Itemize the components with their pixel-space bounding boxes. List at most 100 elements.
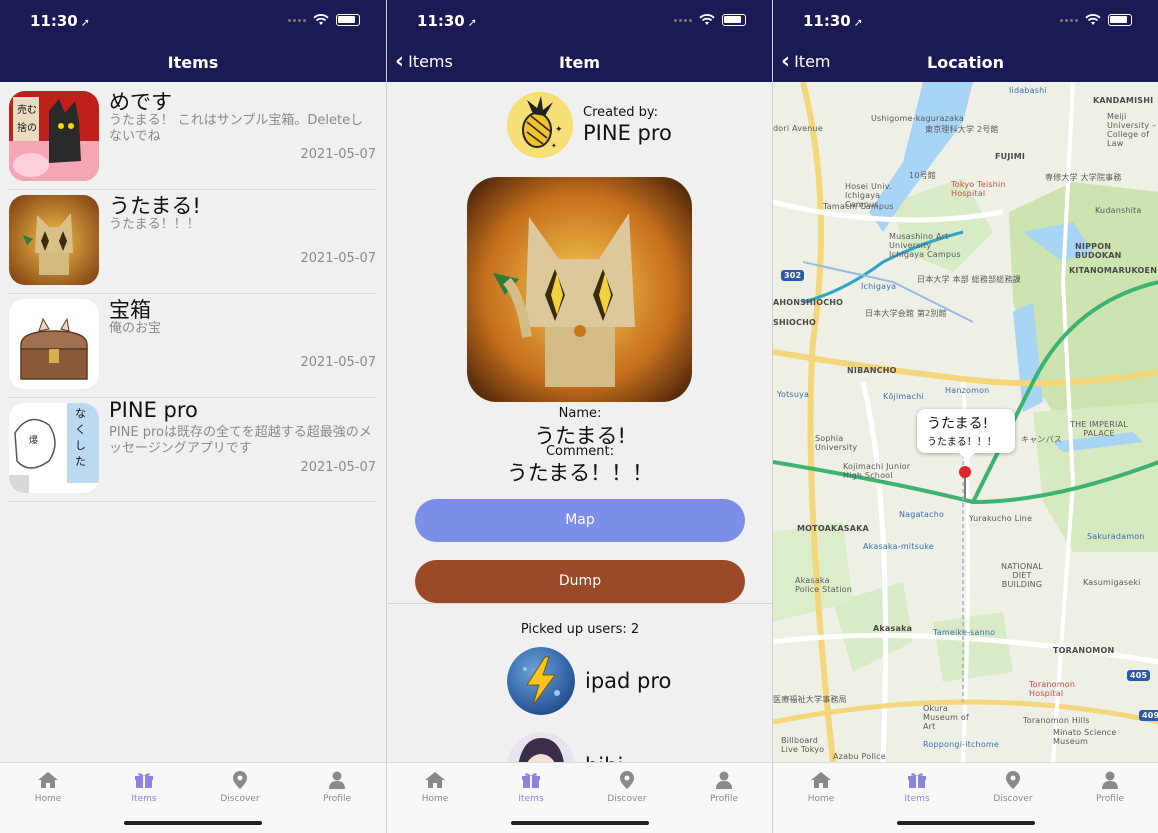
person-icon xyxy=(1102,771,1118,789)
tab-profile[interactable]: Profile xyxy=(1062,771,1158,804)
wifi-icon xyxy=(699,14,715,25)
status-time: 11:30 ➚ xyxy=(30,12,90,30)
item-description: PINE proは既存の全てを超越する超最強のメッセージングアプリです xyxy=(109,425,372,456)
item-image xyxy=(467,177,692,402)
item-name: うたまる! xyxy=(109,194,201,218)
tab-label: Profile xyxy=(1096,794,1124,804)
item-date: 2021-05-07 xyxy=(300,355,376,370)
svg-text:く: く xyxy=(75,423,86,436)
list-item[interactable]: 売む 捨の めです うたまる！ これはサンプル宝箱。Deleteしないでね 202… xyxy=(8,86,376,190)
item-thumbnail xyxy=(9,195,99,285)
map-label: Meiji University – College of Law xyxy=(1107,112,1157,148)
map-label: Sophia University xyxy=(815,434,858,452)
svg-text:捨の: 捨の xyxy=(17,121,37,134)
map-label: 医療福祉大学事務局 xyxy=(773,695,847,704)
signal-icon xyxy=(1060,18,1078,22)
home-indicator xyxy=(510,821,649,825)
map-label: Akasaka Police Station xyxy=(795,576,852,594)
svg-text:し: し xyxy=(75,439,86,452)
status-time-text: 11:30 xyxy=(417,12,465,30)
person-icon xyxy=(329,771,345,789)
map-label: Tamachi Campus xyxy=(823,202,894,211)
tab-profile[interactable]: Profile xyxy=(676,771,772,804)
list-item[interactable]: うたまる! うたまる！！！ 2021-05-07 xyxy=(8,190,376,294)
map-label: Roppongi-itchome xyxy=(923,740,1000,749)
location-arrow-icon: ➚ xyxy=(853,16,863,29)
item-comment-value: うたまる！！！ xyxy=(506,461,654,485)
tab-discover[interactable]: Discover xyxy=(965,771,1061,804)
location-arrow-icon: ➚ xyxy=(80,16,90,29)
map-pin-icon xyxy=(233,771,247,789)
tab-items[interactable]: Items xyxy=(869,771,965,804)
tab-label: Discover xyxy=(607,794,647,804)
user-avatar xyxy=(507,647,575,715)
map-label: Sakuradamon xyxy=(1087,532,1145,541)
tab-bar: Home Items Discover Profile xyxy=(0,762,386,833)
location-screen: 11:30 ➚ ‹ Item Location Iidabashi KANDAM… xyxy=(772,0,1158,833)
svg-text:✦: ✦ xyxy=(555,125,563,135)
map-label: キャンパス xyxy=(1021,435,1062,444)
map-label: Hanzomon xyxy=(945,386,990,395)
item-screen: 11:30 ➚ ‹ Items Item ✦ ✦ Created by: PINE p… xyxy=(386,0,772,833)
tab-bar: Home Items Discover Profile xyxy=(773,762,1158,833)
map-label: 日本大学会館 第2別館 xyxy=(865,309,947,318)
map-label: Akasaka-mitsuke xyxy=(863,542,934,551)
created-by-label: Created by: xyxy=(583,105,658,120)
page-title: Items xyxy=(167,53,219,72)
map-label: TORANOMON xyxy=(1053,646,1115,655)
tab-home[interactable]: Home xyxy=(773,771,869,804)
home-indicator xyxy=(896,821,1035,825)
map-label: MOTOAKASAKA xyxy=(797,524,869,533)
map-button[interactable]: Map xyxy=(415,499,745,542)
tab-label: Home xyxy=(34,794,62,804)
map-label: 日本大学 本部 総務部総務課 xyxy=(917,275,1021,284)
signal-icon xyxy=(674,18,692,22)
gift-icon xyxy=(522,773,540,788)
item-thumbnail: なくした 爆 xyxy=(9,403,99,493)
list-item[interactable]: 宝箱 俺のお宝 2021-05-07 xyxy=(8,294,376,398)
map-label: Musashino Art University Ichigaya Campus xyxy=(889,232,961,259)
item-date: 2021-05-07 xyxy=(300,147,376,162)
wifi-icon xyxy=(1085,14,1101,25)
dump-button[interactable]: Dump xyxy=(415,560,745,603)
svg-text:爆: 爆 xyxy=(29,434,38,446)
page-title: Location xyxy=(927,53,1004,72)
creator-avatar[interactable]: ✦ ✦ xyxy=(507,92,573,158)
tab-discover[interactable]: Discover xyxy=(192,771,288,804)
item-date: 2021-05-07 xyxy=(300,251,376,266)
tab-bar: Home Items Discover Profile xyxy=(387,762,772,833)
item-thumbnail xyxy=(9,299,99,389)
svg-text:売む: 売む xyxy=(17,103,37,116)
user-row[interactable]: ipad pro xyxy=(507,647,767,717)
map-label: Toranomon Hospital xyxy=(1029,680,1076,698)
tab-discover[interactable]: Discover xyxy=(579,771,675,804)
tab-items[interactable]: Items xyxy=(96,771,192,804)
route-badge: 405 xyxy=(1127,670,1151,681)
tab-label: Items xyxy=(131,794,157,804)
map-annotation-callout[interactable]: うたまる! うたまる！！！ xyxy=(917,409,1015,461)
item-name: 宝箱 xyxy=(109,298,151,322)
creator-info: ✦ ✦ Created by: PINE pro xyxy=(507,92,772,158)
map-label: Yurakucho Line xyxy=(969,514,1033,523)
map-label: KANDAMISHI xyxy=(1093,96,1154,105)
tab-items[interactable]: Items xyxy=(483,771,579,804)
item-description: 俺のお宝 xyxy=(109,321,162,336)
map-label: 東京理科大学 2号館 xyxy=(925,125,999,134)
callout-title: うたまる! xyxy=(927,416,989,432)
status-time: 11:30 ➚ xyxy=(417,12,477,30)
tab-home[interactable]: Home xyxy=(387,771,483,804)
home-icon xyxy=(38,772,58,788)
tab-label: Discover xyxy=(220,794,260,804)
map-label: NATIONAL DIET BUILDING xyxy=(1001,562,1043,589)
route-badge: 302 xyxy=(781,270,805,281)
item-name: めです xyxy=(109,90,172,114)
wifi-icon xyxy=(313,14,329,25)
map-view[interactable]: Iidabashi KANDAMISHI Ushigome-kagurazaka… xyxy=(773,82,1158,762)
list-item[interactable]: なくした 爆 PINE pro PINE proは既存の全てを超越する超最強のメッ… xyxy=(8,398,376,502)
tab-home[interactable]: Home xyxy=(0,771,96,804)
map-label: Yotsuya xyxy=(777,390,810,399)
map-label: THE IMPERIAL PALACE xyxy=(1070,420,1128,438)
map-label: 専修大学 大学院事務 xyxy=(1045,173,1122,182)
map-pin-icon xyxy=(620,771,634,789)
tab-profile[interactable]: Profile xyxy=(289,771,385,804)
